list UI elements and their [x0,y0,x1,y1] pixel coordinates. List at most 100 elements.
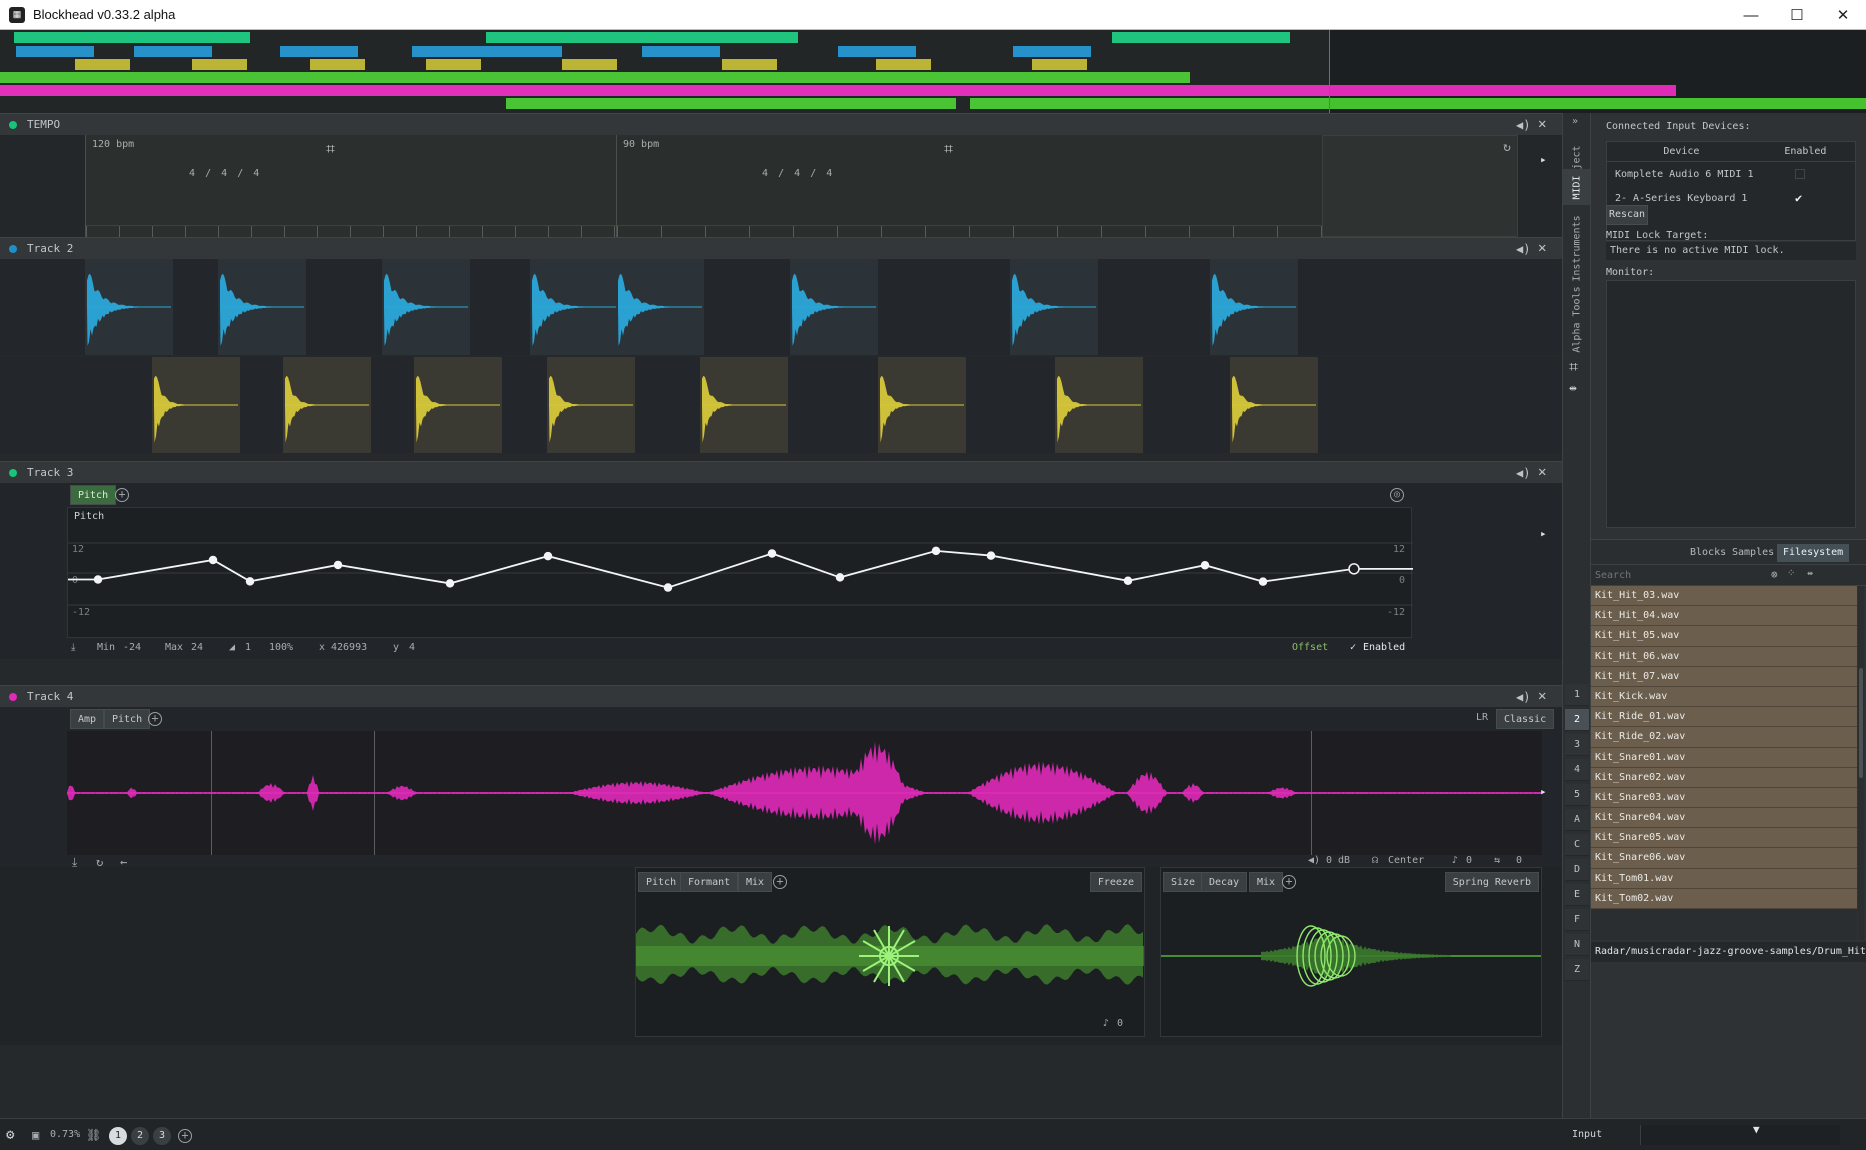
envelope-point[interactable] [1258,577,1268,586]
min-value[interactable]: -24 [123,642,141,653]
envelope-point[interactable] [663,583,673,592]
input-meter[interactable]: ▼ [1640,1123,1840,1145]
snap-icon[interactable]: ⌗ [326,139,335,159]
loop-icon[interactable]: ↻ [1503,140,1511,155]
tempo-block[interactable]: 90 bpm ⌗ 4 / 4 / 4 [616,135,1336,237]
tab-filesystem[interactable]: Filesystem [1777,544,1850,562]
tempo-block[interactable]: 120 bpm ⌗ 4 / 4 / 4 [85,135,620,237]
file-item[interactable]: Kit_Hit_04.wav [1591,606,1857,627]
file-item[interactable]: Kit_Tom01.wav [1591,868,1857,889]
file-item[interactable]: Kit_Hit_06.wav [1591,646,1857,667]
download-icon[interactable]: ⤓ [71,642,75,653]
rescan-button[interactable]: Rescan [1606,205,1648,225]
envelope-point[interactable] [333,560,343,570]
number-tab[interactable]: A [1565,809,1589,831]
gain-value[interactable]: 0 dB [1326,855,1350,866]
snap-icon[interactable]: ⌗ [1569,357,1578,377]
close-window-button[interactable]: ✕ [1820,0,1866,30]
sample-block[interactable] [1210,259,1298,355]
back-icon[interactable]: ← [120,855,127,867]
sample-block[interactable] [85,259,173,355]
mute-icon[interactable]: ◀) [1516,466,1530,480]
pitch-value[interactable]: 0 [1466,855,1472,866]
loop-icon[interactable]: ↻ [96,855,103,867]
file-item[interactable]: Kit_Snare05.wav [1591,828,1857,849]
percent-value[interactable]: 100% [269,642,293,653]
sample-block[interactable] [1230,357,1318,453]
tempo-track-header[interactable]: TEMPO ◀) ✕ [0,113,1562,135]
tab-midi[interactable]: MIDI [1563,169,1591,205]
time-signature[interactable]: 4 / 4 / 4 [189,168,261,179]
waveform-display[interactable] [67,731,1542,855]
link-icon[interactable]: ⛓ [86,1128,101,1142]
sample-block[interactable] [616,259,704,355]
pitch-param-tab[interactable]: Pitch [70,485,117,505]
number-tab[interactable]: 5 [1565,784,1589,806]
effect-mix-tab[interactable]: Mix [1249,872,1284,892]
envelope-graph[interactable] [68,508,1413,639]
track-4-header[interactable]: Track 4 ◀) ✕ [0,685,1562,707]
snap-icon[interactable]: ⌗ [944,139,953,159]
file-item[interactable]: Kit_Hit_03.wav [1591,586,1857,607]
page-button-1[interactable]: 1 [109,1127,127,1145]
file-item[interactable]: Kit_Kick.wav [1591,686,1857,708]
file-list[interactable]: Kit_Hit_03.wav Kit_Hit_04.wav Kit_Hit_05.w… [1591,586,1857,940]
track-2-header[interactable]: Track 2 ◀) ✕ [0,237,1562,259]
envelope-point[interactable] [208,555,218,565]
collapse-icon[interactable]: ⇹ [1807,568,1813,579]
envelope-point[interactable] [767,549,777,558]
offset-value[interactable]: 0 [1516,855,1522,866]
file-item[interactable]: Kit_Ride_01.wav [1591,707,1857,728]
envelope-point[interactable] [543,551,553,561]
sample-block[interactable] [1010,259,1098,355]
sample-block[interactable] [878,357,966,453]
offset-label[interactable]: Offset [1292,642,1328,653]
file-item[interactable]: Kit_Hit_05.wav [1591,626,1857,647]
tempo-loop-block[interactable]: ↻ [1322,135,1518,237]
maximize-button[interactable]: ☐ [1774,0,1820,30]
number-tab[interactable]: D [1565,859,1589,881]
expand-icon[interactable]: » [1572,116,1578,127]
number-tab[interactable]: F [1565,909,1589,931]
sample-block[interactable] [382,259,470,355]
scrollbar-thumb[interactable] [1859,668,1863,778]
sample-block[interactable] [414,357,502,453]
time-signature[interactable]: 4 / 4 / 4 [762,168,834,179]
page-button-3[interactable]: 3 [153,1127,171,1145]
pitch-tab[interactable]: Pitch [104,709,151,729]
pan-value[interactable]: Center [1388,855,1424,866]
minimize-button[interactable]: — [1728,0,1774,30]
download-icon[interactable]: ⤓ [72,855,77,867]
envelope-point[interactable] [245,577,255,586]
add-param-icon[interactable]: + [1282,875,1296,889]
y-value[interactable]: 4 [409,642,415,653]
file-item[interactable]: Kit_Ride_02.wav [1591,727,1857,748]
track-end-marker-icon[interactable]: ▸ [1540,527,1547,540]
tab-blocks[interactable]: Blocks [1684,544,1732,562]
number-tab[interactable]: 4 [1565,759,1589,781]
lr-mode-label[interactable]: LR [1476,712,1488,723]
effect-mix-tab[interactable]: Mix [738,872,773,892]
effect-pitch-tab[interactable]: Pitch [638,872,685,892]
clear-search-icon[interactable]: ⊗ [1771,568,1778,581]
track-4-lane[interactable]: Amp Pitch + LR Classic ⤓ ↻ ← ◀) 0 dB ☊ C… [0,707,1562,867]
spring-reverb-effect[interactable]: Size Decay Mix + Spring Reverb [1160,867,1542,1037]
file-item[interactable]: Kit_Tom02.wav [1591,888,1857,909]
add-param-icon[interactable]: + [115,488,129,502]
number-tab[interactable]: C [1565,834,1589,856]
file-item[interactable]: Kit_Snare01.wav [1591,747,1857,768]
envelope-point[interactable] [93,575,103,584]
file-item[interactable]: Kit_Snare06.wav [1591,848,1857,869]
number-tab[interactable]: 1 [1565,684,1589,706]
envelope-point[interactable] [1200,560,1210,570]
envelope-point[interactable] [931,546,941,556]
tab-alpha-tools[interactable]: Alpha Tools [1563,286,1591,352]
globe-icon[interactable]: ◎ [1390,488,1404,502]
freeze-effect-name[interactable]: Freeze [1089,872,1142,892]
device-enabled-checkbox[interactable] [1795,169,1805,179]
sample-block[interactable] [218,259,306,355]
sample-block[interactable] [547,357,635,453]
envelope-point[interactable] [986,551,996,560]
envelope-point[interactable] [1123,576,1133,586]
envelope-point[interactable] [835,573,845,582]
